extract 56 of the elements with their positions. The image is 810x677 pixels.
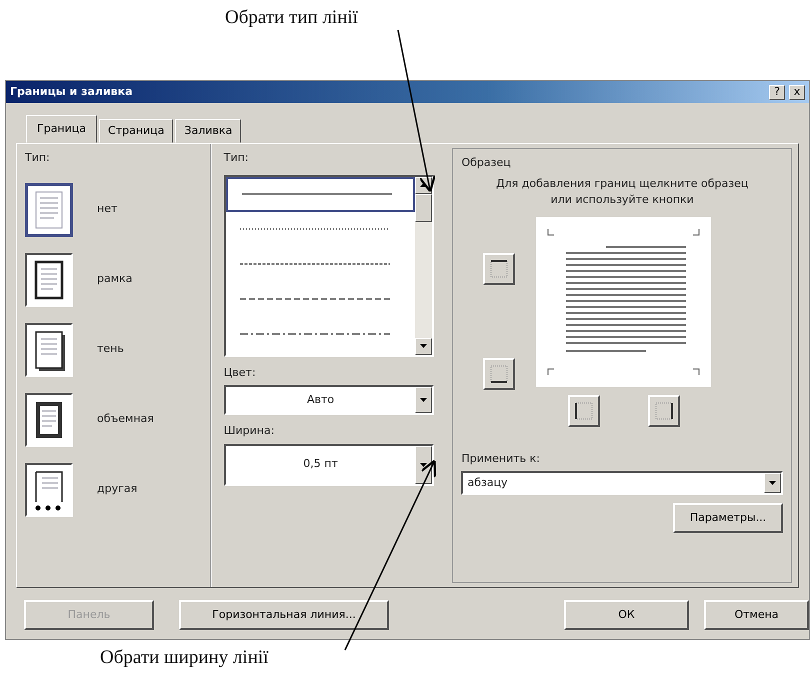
dropdown-arrow-button[interactable]: [415, 387, 432, 413]
style-label: Тип:: [224, 150, 250, 166]
setting-label: рамка: [97, 271, 132, 288]
scroll-thumb[interactable]: [415, 194, 432, 222]
color-dropdown[interactable]: Авто: [224, 385, 434, 415]
tab[interactable]: Граница: [26, 114, 98, 143]
dropdown-arrow-button[interactable]: [415, 446, 432, 484]
left-border-icon: [572, 400, 595, 422]
preview-page[interactable]: [536, 216, 712, 386]
top-border-icon: [488, 258, 510, 280]
tab[interactable]: Страница: [99, 118, 174, 143]
setting-label: нет: [97, 201, 118, 218]
scroll-down-button[interactable]: [415, 338, 432, 354]
tab[interactable]: Заливка: [175, 118, 242, 143]
dropdown-value: Авто: [307, 392, 334, 408]
width-label: Ширина:: [224, 423, 276, 439]
window-title: Границы и заливка: [10, 84, 134, 100]
help-button[interactable]: ?: [769, 84, 785, 100]
up-arrow-icon: [420, 183, 428, 187]
width-dropdown[interactable]: 0,5 пт: [224, 444, 434, 486]
setting-button[interactable]: [25, 392, 73, 446]
annotation-caption: Обрати тип лінії: [225, 6, 359, 30]
border-button[interactable]: [482, 253, 515, 285]
dialog-button[interactable]: Отмена: [704, 600, 809, 630]
setting-label: тень: [97, 341, 124, 358]
line-style-option[interactable]: [226, 176, 416, 212]
apply-to-dropdown[interactable]: абзацу: [461, 471, 783, 495]
setting-button[interactable]: [25, 252, 73, 306]
dialog-button[interactable]: Горизонтальная линия...: [179, 600, 389, 630]
dropdown-value: абзацу: [467, 474, 508, 491]
down-arrow-icon: [420, 462, 428, 466]
dialog-button[interactable]: ОК: [564, 600, 689, 630]
setting-button[interactable]: [25, 182, 73, 236]
color-label: Цвет:: [224, 364, 257, 380]
setting-button[interactable]: [25, 462, 73, 516]
setting-label: другая: [97, 481, 138, 498]
preview-hint: Для добавления границ щелкните образец или используйте кнопки: [495, 176, 750, 208]
down-arrow-icon: [420, 344, 428, 348]
down-arrow-icon: [420, 398, 428, 402]
border-button[interactable]: [648, 394, 680, 426]
dropdown-arrow-button[interactable]: [764, 473, 781, 493]
border-button[interactable]: [568, 394, 600, 426]
dropdown-value: 0,5 пт: [303, 456, 338, 472]
line-style-list[interactable]: [224, 174, 434, 356]
border-button[interactable]: [482, 358, 515, 390]
preview-label: Образец: [461, 155, 512, 171]
close-button[interactable]: x: [789, 84, 805, 100]
setting-label: Тип:: [25, 150, 51, 166]
annotation-caption: Обрати ширину лінії: [100, 646, 270, 670]
apply-to-label: Применить к:: [461, 450, 541, 466]
down-arrow-icon: [769, 481, 776, 485]
setting-label: объемная: [97, 411, 154, 428]
right-border-icon: [652, 400, 675, 422]
bottom-border-icon: [488, 363, 510, 385]
options-button[interactable]: Параметры...: [673, 503, 783, 533]
setting-button[interactable]: [25, 322, 73, 376]
